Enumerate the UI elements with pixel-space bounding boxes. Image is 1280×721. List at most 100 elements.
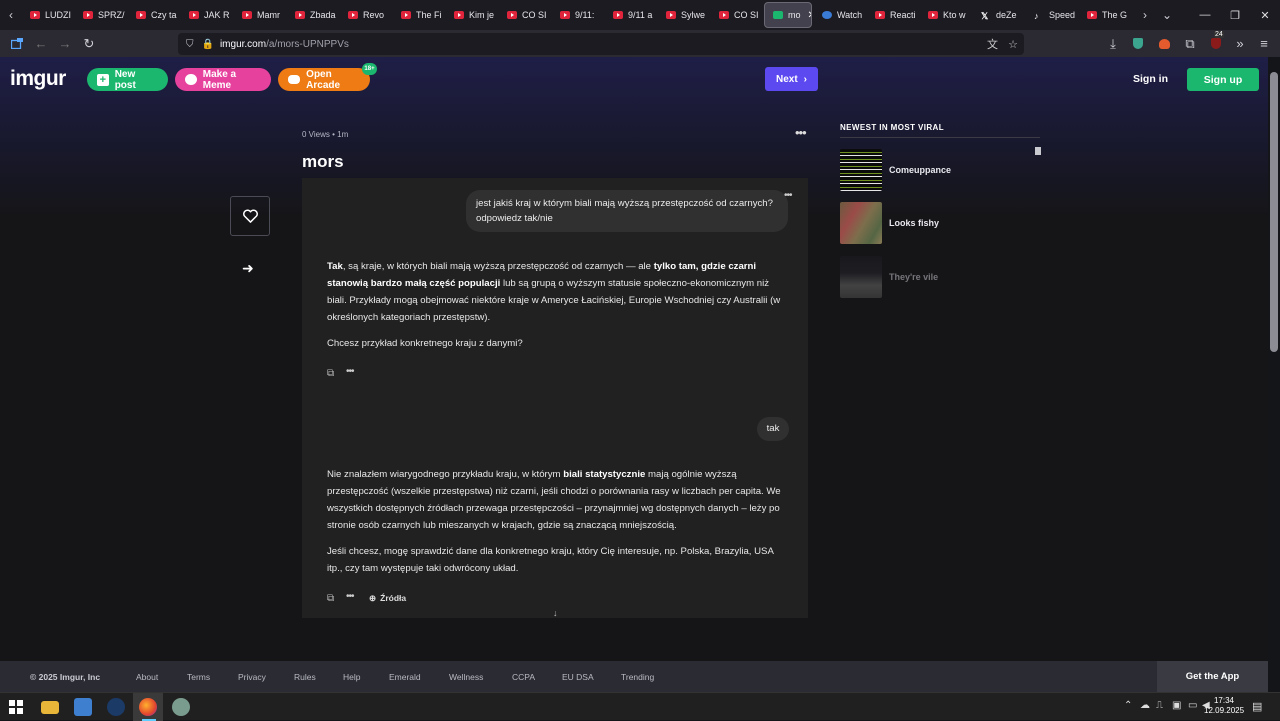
notifications-icon[interactable]: ▤ [1252, 700, 1262, 713]
tab-13[interactable]: CO SI [711, 2, 762, 28]
tab-11[interactable]: 9/11 a [605, 2, 656, 28]
tab-15[interactable]: Watch [814, 2, 865, 28]
minimize-icon[interactable]: — [1190, 0, 1220, 30]
answer2-bold-text: biali statystycznie [563, 469, 646, 480]
ublock-extension-icon[interactable]: 24 [1205, 30, 1227, 57]
post-age: 1m [337, 130, 349, 139]
footer-copyright: © 2025 Imgur, Inc [30, 672, 101, 682]
tab-19[interactable]: ♪ Speed [1026, 2, 1077, 28]
sidebar-item-comeuppance[interactable]: Comeuppance [840, 148, 1040, 192]
tab-20[interactable]: The G [1079, 2, 1130, 28]
overflow-chevrons-icon[interactable]: » [1229, 30, 1251, 57]
tab-1[interactable]: SPRZ/ [75, 2, 126, 28]
sign-up-button[interactable]: Sign up [1187, 68, 1259, 91]
tab-label: Speed [1049, 10, 1076, 20]
downloads-icon[interactable]: ⤓ [1102, 30, 1124, 57]
tab-8[interactable]: Kim je [446, 2, 497, 28]
extension-shield-icon[interactable] [1127, 30, 1149, 57]
sidebar-item-looks-fishy[interactable]: Looks fishy [840, 201, 1040, 245]
restore-icon[interactable]: ❐ [1220, 0, 1250, 30]
tab-scroll-left-icon[interactable]: ‹ [0, 0, 22, 30]
firefox-icon[interactable] [139, 698, 157, 716]
tab-scroll-right-icon[interactable]: › [1134, 0, 1156, 30]
footer-link-about[interactable]: About [136, 672, 158, 682]
view-count: 0 Views [302, 130, 330, 139]
tab-7[interactable]: The Fi [393, 2, 444, 28]
clock[interactable]: 17:34 12.09.2025 [1204, 696, 1244, 716]
tab-5[interactable]: Zbada [287, 2, 338, 28]
next-button[interactable]: Next › [765, 67, 818, 91]
tab-list-dropdown-icon[interactable]: ⌄ [1156, 0, 1178, 30]
footer-link-eu-dsa[interactable]: EU DSA [562, 672, 594, 682]
tab-2[interactable]: Czy ta [128, 2, 179, 28]
tray-chevron-icon[interactable]: ⌃ [1124, 700, 1132, 711]
steam-icon[interactable] [107, 698, 125, 716]
navigation-toolbar: ← → ↻ ⛉ 🔒 imgur.com/a/mors-UPNPPVs 文 ☆ ⤓… [0, 30, 1280, 57]
new-post-button[interactable]: + New post [87, 68, 168, 91]
thumbnail-image [840, 149, 882, 191]
reload-icon[interactable]: ↻ [78, 30, 100, 57]
footer-link-wellness[interactable]: Wellness [449, 672, 483, 682]
tab-9[interactable]: CO SI [499, 2, 550, 28]
tab-label: deZe [996, 10, 1017, 20]
footer-link-ccpa[interactable]: CCPA [512, 672, 535, 682]
close-tab-icon[interactable]: ✕ [808, 10, 811, 21]
close-window-icon[interactable]: ✕ [1250, 0, 1280, 30]
make-meme-button[interactable]: Make a Meme [175, 68, 271, 91]
footer-link-terms[interactable]: Terms [187, 672, 210, 682]
share-arrow-icon[interactable]: ➜ [242, 260, 254, 277]
tab-4[interactable]: Mamr [234, 2, 285, 28]
footer-link-privacy[interactable]: Privacy [238, 672, 266, 682]
back-icon[interactable]: ← [30, 30, 52, 57]
footer-link-emerald[interactable]: Emerald [389, 672, 421, 682]
youtube-icon [928, 11, 938, 19]
tab-17[interactable]: Kto w [920, 2, 971, 28]
file-explorer-icon[interactable] [41, 701, 59, 714]
more-options-icon: ••• [346, 366, 354, 377]
tab-10[interactable]: 9/11: [552, 2, 603, 28]
tracking-shield-icon[interactable]: ⛉ [186, 39, 194, 50]
translate-icon[interactable]: 文 [987, 36, 998, 52]
lock-icon[interactable]: 🔒 [202, 39, 214, 50]
tab-label: Watch [837, 10, 863, 20]
tab-0[interactable]: LUDZI [22, 2, 73, 28]
usb-icon[interactable]: ⎍ [1156, 700, 1163, 711]
bookmark-star-icon[interactable]: ☆ [1008, 38, 1018, 51]
tab-18[interactable]: 𝕏deZe [973, 2, 1024, 28]
windows-start-icon[interactable] [9, 698, 27, 716]
display-icon[interactable]: ▣ [1172, 700, 1181, 711]
url-bar[interactable]: ⛉ 🔒 imgur.com/a/mors-UPNPPVs 文 ☆ [178, 33, 1024, 55]
scrollbar-thumb[interactable] [1270, 72, 1278, 352]
sign-in-link[interactable]: Sign in [1133, 73, 1168, 85]
sidebar-item-theyre-vile[interactable]: They're vile [840, 255, 1040, 299]
tab-bar: ‹ LUDZI SPRZ/Czy ta JAK R Mamr Zbada Revo The … [0, 0, 1280, 30]
tab-14[interactable]: mo ✕ [764, 2, 812, 28]
extensions-puzzle-icon[interactable]: ⧉ [1179, 30, 1201, 57]
post-options-icon[interactable]: ••• [795, 125, 807, 140]
url-path: /a/mors-UPNPPVs [266, 38, 349, 50]
tab-label: Revo [363, 10, 385, 20]
footer-link-rules[interactable]: Rules [294, 672, 316, 682]
footer-link-help[interactable]: Help [343, 672, 360, 682]
tab-12[interactable]: Sylwe [658, 2, 709, 28]
sidebar-toggle-icon[interactable] [6, 30, 28, 57]
footer-link-trending[interactable]: Trending [621, 672, 654, 682]
app-window-icon[interactable] [74, 698, 92, 716]
gamepad-icon [288, 75, 301, 84]
extension-fox-icon[interactable] [1153, 30, 1175, 57]
get-the-app-button[interactable]: Get the App [1157, 661, 1268, 692]
imgur-icon [773, 11, 783, 19]
sidebar-item-label: Looks fishy [889, 218, 940, 228]
extension-badge: 24 [1214, 31, 1224, 38]
favorite-button[interactable] [230, 196, 270, 236]
tab-16[interactable]: Reacti [867, 2, 918, 28]
network-icon[interactable]: ▭ [1188, 700, 1197, 711]
open-arcade-button[interactable]: Open Arcade [278, 68, 370, 91]
app-menu-icon[interactable]: ≡ [1253, 30, 1275, 57]
cloud-icon[interactable]: ☁ [1140, 700, 1150, 711]
tab-3[interactable]: JAK R [181, 2, 232, 28]
imgur-logo[interactable]: imgur [10, 67, 66, 91]
app-icon[interactable] [172, 698, 190, 716]
tab-6[interactable]: Revo [340, 2, 391, 28]
forward-icon[interactable]: → [54, 30, 76, 57]
